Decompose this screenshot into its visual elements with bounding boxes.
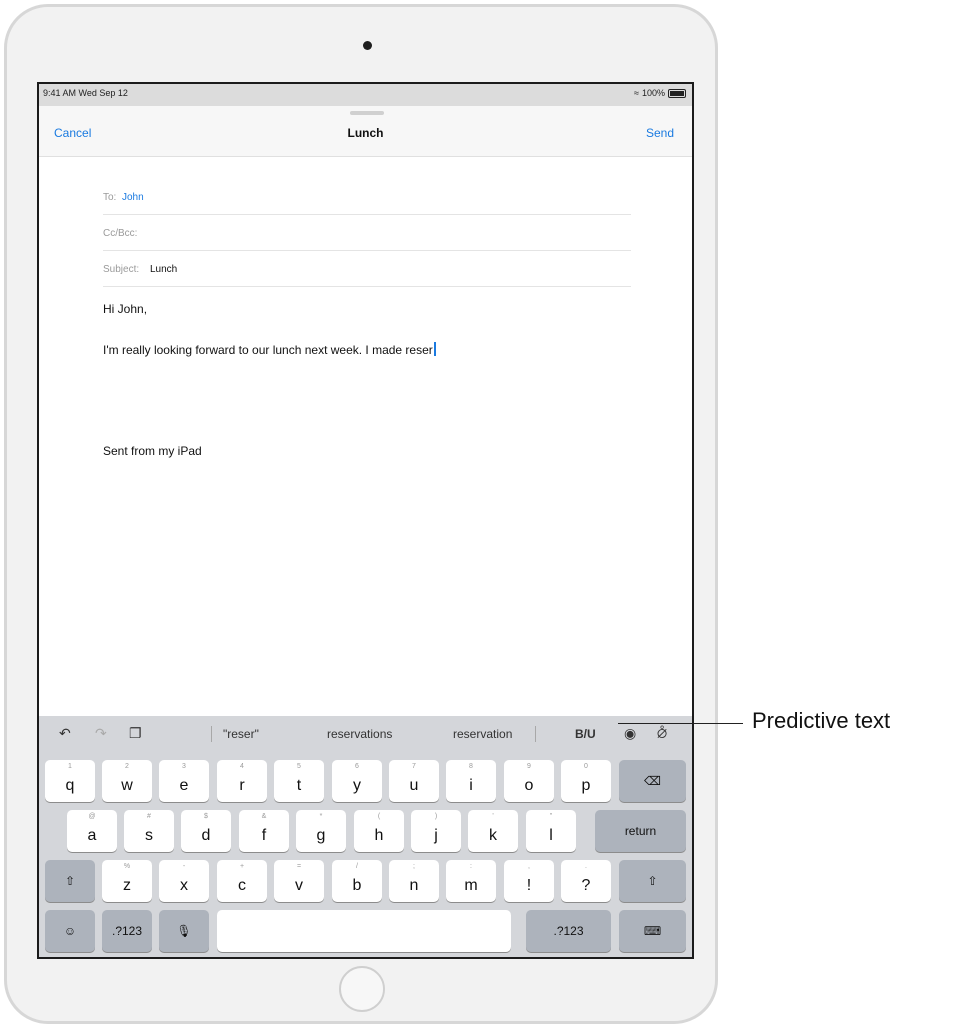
dictation-key[interactable]: 🎙 (159, 910, 209, 952)
key-k[interactable]: ' k (468, 810, 518, 852)
key-question[interactable]: .? (561, 860, 611, 902)
shift-key-right[interactable]: ⇧ (619, 860, 686, 902)
emoji-icon: ☺ (63, 924, 77, 938)
key-i[interactable]: 8i (446, 760, 496, 802)
key-f[interactable]: & f (239, 810, 289, 852)
key-n[interactable]: ; n (389, 860, 439, 902)
prediction-literal[interactable]: "reser" (223, 727, 259, 741)
key-d[interactable]: $ d (181, 810, 231, 852)
battery-icon (668, 88, 686, 98)
subject-field[interactable]: Subject: Lunch (103, 250, 631, 287)
to-recipient[interactable]: John (122, 192, 144, 203)
shift-key-left[interactable]: ⇧ (45, 860, 95, 902)
key-r[interactable]: 4r (217, 760, 267, 802)
microphone-icon: 🎙 (176, 924, 192, 938)
hide-keyboard-key[interactable]: ⌨ (619, 910, 686, 952)
undo-icon[interactable]: ↶ (59, 725, 71, 742)
numbers-key-left[interactable]: .?123 (102, 910, 152, 952)
paperclip-icon[interactable]: ⦲ (657, 725, 667, 742)
key-y[interactable]: 6y (332, 760, 382, 802)
key-e[interactable]: 3e (159, 760, 209, 802)
redo-icon[interactable]: ↷ (95, 725, 107, 742)
key-a[interactable]: @ a (67, 810, 117, 852)
key-m[interactable]: :m (446, 860, 496, 902)
keyboard: ↶ ↷ ❐ "reser" reservations reservation B… (39, 716, 692, 957)
compose-navbar: Cancel Lunch Send (39, 106, 692, 157)
shift-icon: ⇧ (647, 874, 658, 888)
sheet-grabber[interactable] (350, 111, 384, 115)
key-c[interactable]: + c (217, 860, 267, 902)
backspace-icon: ⌫ (644, 774, 661, 788)
key-exclamation[interactable]: ,! (504, 860, 554, 902)
status-bar: 9:41 AM Wed Sep 12 ≈ 100% (39, 84, 692, 102)
send-button[interactable]: Send (646, 126, 674, 140)
ipad-screen: 9:41 AM Wed Sep 12 ≈ 100% Cancel Lunch S… (37, 82, 694, 959)
to-label: To: (103, 192, 117, 203)
key-u[interactable]: 7u (389, 760, 439, 802)
key-l[interactable]: " l (526, 810, 576, 852)
text-cursor (433, 342, 436, 356)
subject-value[interactable]: Lunch (150, 264, 177, 275)
keyboard-hide-icon: ⌨ (643, 924, 662, 938)
callout-label: Predictive text (752, 708, 891, 733)
signature: Sent from my iPad (103, 444, 202, 458)
status-right: ≈ 100% (634, 88, 686, 98)
key-j[interactable]: ) j (411, 810, 461, 852)
keyboard-shortcut-bar: ↶ ↷ ❐ "reser" reservations reservation B… (39, 716, 692, 752)
prediction-divider (211, 726, 212, 742)
key-q[interactable]: 1q (45, 760, 95, 802)
body-greeting[interactable]: Hi John, (103, 302, 147, 316)
ccbcc-label: Cc/Bcc: (103, 228, 138, 239)
key-b[interactable]: / b (332, 860, 382, 902)
format-button[interactable]: B/U (575, 727, 596, 741)
key-w[interactable]: 2w (102, 760, 152, 802)
callout-line (618, 723, 743, 724)
status-time: 9:41 AM Wed Sep 12 (43, 88, 128, 98)
compose-sheet: Cancel Lunch Send To: John Cc/Bcc: Subje… (39, 106, 692, 716)
prediction-reservation[interactable]: reservation (453, 727, 512, 741)
key-z[interactable]: % z (102, 860, 152, 902)
body-text[interactable]: I'm really looking forward to our lunch … (103, 342, 436, 357)
prediction-divider (535, 726, 536, 742)
key-s[interactable]: # s (124, 810, 174, 852)
ccbcc-field[interactable]: Cc/Bcc: (103, 214, 631, 251)
key-h[interactable]: (h (354, 810, 404, 852)
key-v[interactable]: = v (274, 860, 324, 902)
battery-percent: 100% (641, 88, 665, 98)
subject-label: Subject: (103, 264, 140, 275)
body-text-content: I'm really looking forward to our lunch … (103, 343, 433, 357)
wifi-icon: ≈ (634, 88, 639, 98)
shift-icon: ⇧ (64, 874, 76, 888)
front-camera (363, 41, 372, 50)
emoji-key[interactable]: ☺ (45, 910, 95, 952)
delete-key[interactable]: ⌫ (619, 760, 686, 802)
key-p[interactable]: 0p (561, 760, 611, 802)
compose-title: Lunch (347, 126, 384, 140)
return-key[interactable]: return (595, 810, 686, 852)
space-bar[interactable] (217, 910, 511, 952)
home-button[interactable] (339, 966, 385, 1012)
prediction-reservations[interactable]: reservations (327, 727, 392, 741)
paste-icon[interactable]: ❐ (129, 725, 142, 742)
numbers-key-right[interactable]: .?123 (526, 910, 611, 952)
key-x[interactable]: -x (159, 860, 209, 902)
camera-icon[interactable]: ◉ (624, 725, 636, 742)
key-g[interactable]: * g (296, 810, 346, 852)
to-field[interactable]: To: John (103, 178, 631, 215)
key-t[interactable]: 5t (274, 760, 324, 802)
key-o[interactable]: 9o (504, 760, 554, 802)
